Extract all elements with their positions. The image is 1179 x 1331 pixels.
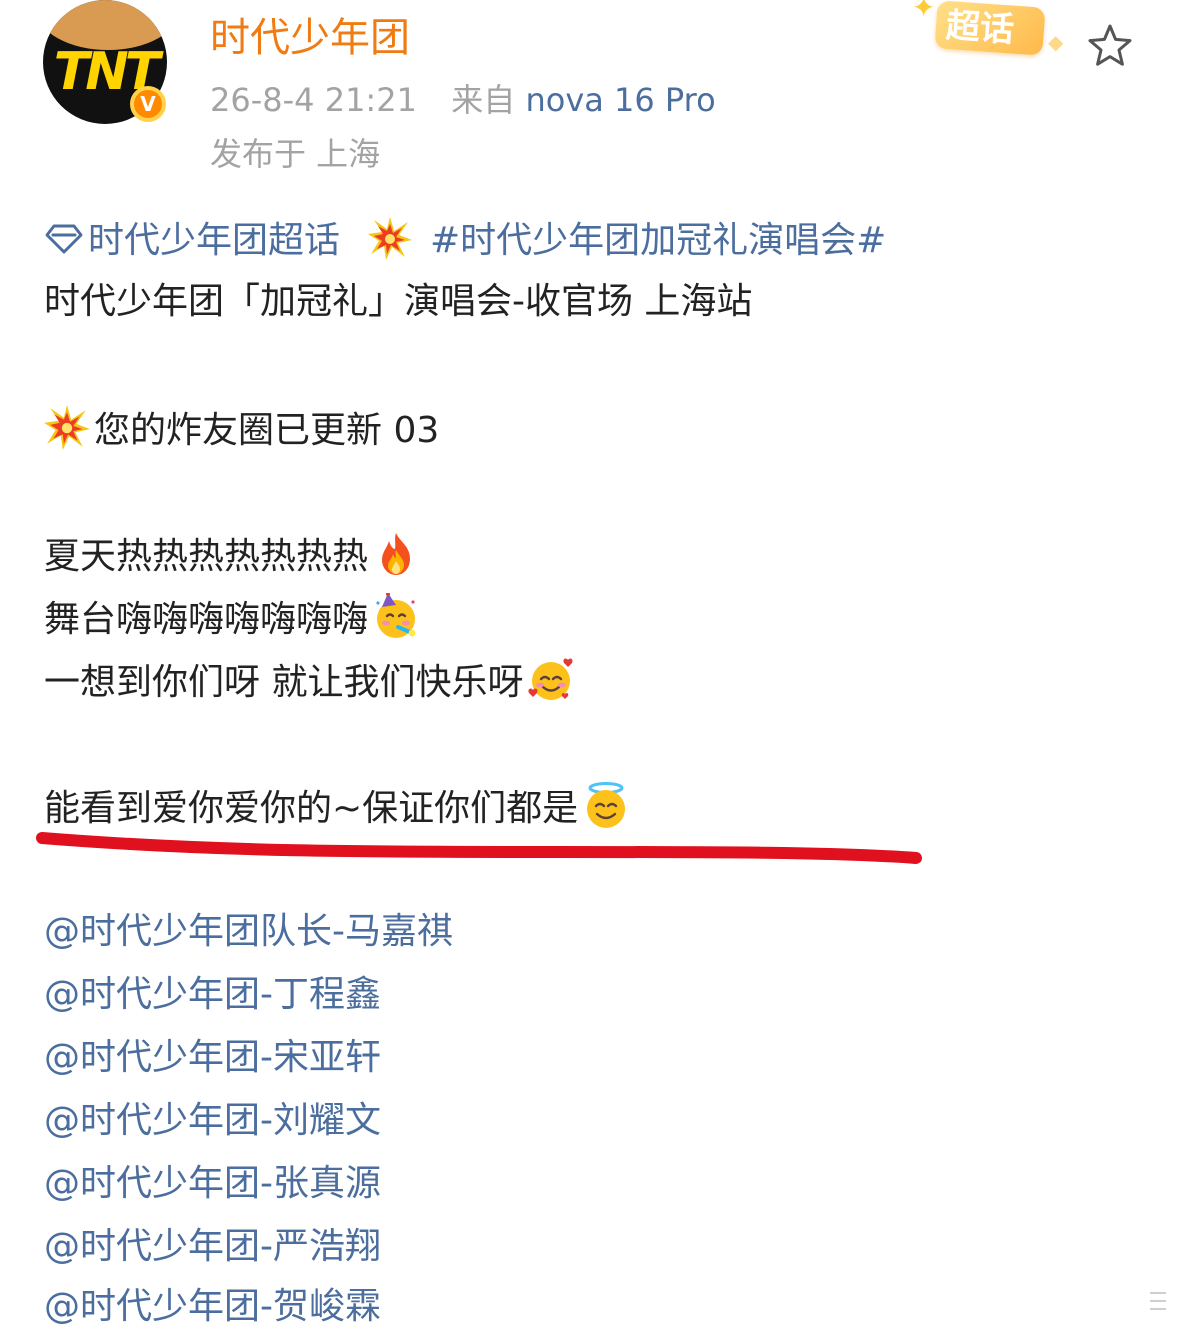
post-line-summer: 夏天热热热热热热热 [44, 530, 420, 581]
scroll-grip-icon[interactable] [1148, 1288, 1168, 1318]
supertopic-badge[interactable]: ✦ 超话 ◆ [912, 0, 1064, 62]
happy-text: 一想到你们呀 就让我们快乐呀 [44, 662, 524, 703]
post-device-link[interactable]: nova 16 Pro [525, 81, 715, 119]
post-update-line: 您的炸友圈已更新 03 [44, 404, 439, 455]
mention-link[interactable]: @时代少年团-贺峻霖 [44, 1283, 381, 1331]
post-line-happy: 一想到你们呀 就让我们快乐呀 [44, 656, 575, 707]
mention-link[interactable]: @时代少年团-严浩翔 [44, 1223, 381, 1271]
supertopic-diamond-icon [45, 224, 83, 254]
mention-link[interactable]: @时代少年团-张真源 [44, 1160, 381, 1208]
verified-badge-icon: V [130, 86, 166, 122]
highlight-underline-annotation [36, 832, 922, 864]
post-line-stage: 舞台嗨嗨嗨嗨嗨嗨嗨 [44, 593, 420, 644]
smiling-face-with-hearts-emoji-icon [528, 658, 573, 700]
sparkle-icon: ✦ [912, 0, 936, 24]
mention-link[interactable]: @时代少年团-丁程鑫 [44, 971, 381, 1019]
user-name-link[interactable]: 时代少年团 [210, 12, 410, 64]
mention-link[interactable]: @时代少年团队长-马嘉祺 [44, 908, 453, 956]
post-source-prefix: 来自 [451, 81, 516, 119]
mention-link[interactable]: @时代少年团-宋亚轩 [44, 1034, 381, 1082]
post-timestamp: 26-8-4 21:21 [210, 81, 417, 119]
sparkle-icon: ◆ [1048, 30, 1064, 54]
topic-row: 时代少年团超话 #时代少年团加冠礼演唱会# [44, 216, 886, 264]
post-title-line: 时代少年团「加冠礼」演唱会-收官场 上海站 [44, 281, 753, 322]
collision-emoji-icon [44, 405, 90, 450]
fire-emoji-icon [382, 533, 411, 575]
hashtag-link[interactable]: #时代少年团加冠礼演唱会# [430, 220, 886, 261]
partying-face-emoji-icon [376, 593, 416, 638]
supertopic-link[interactable]: 时代少年团超话 [88, 220, 340, 261]
stage-text: 舞台嗨嗨嗨嗨嗨嗨嗨 [44, 599, 369, 640]
summer-text: 夏天热热热热热热热 [44, 536, 369, 577]
collision-emoji-icon [368, 217, 413, 260]
favorite-star-icon[interactable] [1086, 22, 1134, 70]
supertopic-badge-label: 超话 [944, 5, 1016, 51]
post-location: 发布于 上海 [210, 135, 381, 173]
update-text: 您的炸友圈已更新 03 [94, 410, 440, 451]
user-avatar[interactable]: TNT V [40, 0, 170, 130]
mention-link[interactable]: @时代少年团-刘耀文 [44, 1097, 381, 1145]
post-meta: 26-8-4 21:21 来自 nova 16 Pro [210, 78, 716, 122]
